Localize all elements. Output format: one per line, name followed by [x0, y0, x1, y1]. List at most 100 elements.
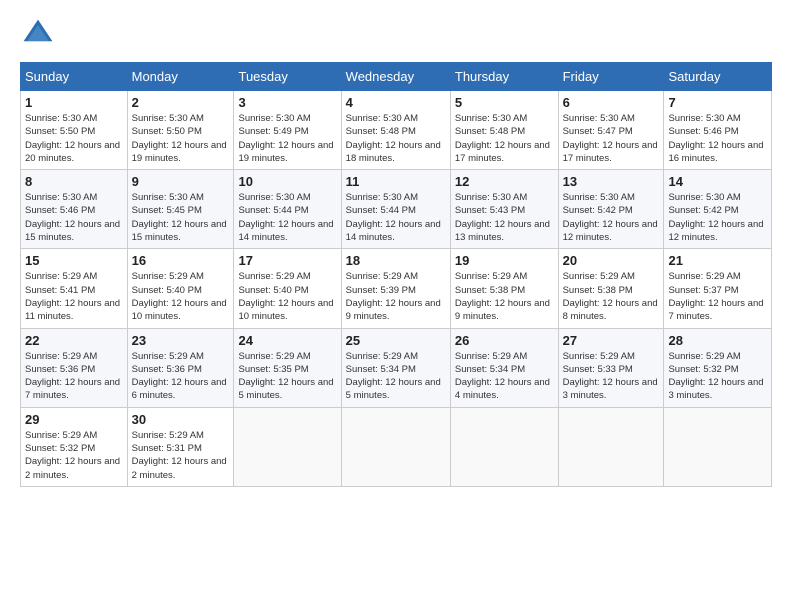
day-info: Sunrise: 5:29 AM Sunset: 5:34 PM Dayligh…: [455, 350, 554, 403]
calendar-cell: 13 Sunrise: 5:30 AM Sunset: 5:42 PM Dayl…: [558, 170, 664, 249]
day-info: Sunrise: 5:30 AM Sunset: 5:45 PM Dayligh…: [132, 191, 230, 244]
day-number: 16: [132, 253, 230, 268]
day-info: Sunrise: 5:30 AM Sunset: 5:47 PM Dayligh…: [563, 112, 660, 165]
day-info: Sunrise: 5:30 AM Sunset: 5:48 PM Dayligh…: [455, 112, 554, 165]
day-info: Sunrise: 5:29 AM Sunset: 5:31 PM Dayligh…: [132, 429, 230, 482]
calendar-cell: [234, 407, 341, 486]
day-info: Sunrise: 5:30 AM Sunset: 5:46 PM Dayligh…: [668, 112, 767, 165]
calendar-week-row: 29 Sunrise: 5:29 AM Sunset: 5:32 PM Dayl…: [21, 407, 772, 486]
day-number: 20: [563, 253, 660, 268]
calendar-cell: 19 Sunrise: 5:29 AM Sunset: 5:38 PM Dayl…: [450, 249, 558, 328]
calendar: SundayMondayTuesdayWednesdayThursdayFrid…: [20, 62, 772, 487]
logo: [20, 16, 62, 52]
day-number: 11: [346, 174, 446, 189]
day-info: Sunrise: 5:30 AM Sunset: 5:44 PM Dayligh…: [346, 191, 446, 244]
page: SundayMondayTuesdayWednesdayThursdayFrid…: [0, 0, 792, 612]
calendar-week-row: 1 Sunrise: 5:30 AM Sunset: 5:50 PM Dayli…: [21, 91, 772, 170]
day-number: 18: [346, 253, 446, 268]
day-number: 3: [238, 95, 336, 110]
calendar-cell: 1 Sunrise: 5:30 AM Sunset: 5:50 PM Dayli…: [21, 91, 128, 170]
calendar-cell: 12 Sunrise: 5:30 AM Sunset: 5:43 PM Dayl…: [450, 170, 558, 249]
calendar-cell: 20 Sunrise: 5:29 AM Sunset: 5:38 PM Dayl…: [558, 249, 664, 328]
calendar-cell: 16 Sunrise: 5:29 AM Sunset: 5:40 PM Dayl…: [127, 249, 234, 328]
calendar-cell: 21 Sunrise: 5:29 AM Sunset: 5:37 PM Dayl…: [664, 249, 772, 328]
calendar-cell: 27 Sunrise: 5:29 AM Sunset: 5:33 PM Dayl…: [558, 328, 664, 407]
calendar-cell: 7 Sunrise: 5:30 AM Sunset: 5:46 PM Dayli…: [664, 91, 772, 170]
calendar-cell: 10 Sunrise: 5:30 AM Sunset: 5:44 PM Dayl…: [234, 170, 341, 249]
day-info: Sunrise: 5:29 AM Sunset: 5:38 PM Dayligh…: [455, 270, 554, 323]
weekday-header-saturday: Saturday: [664, 63, 772, 91]
day-info: Sunrise: 5:29 AM Sunset: 5:38 PM Dayligh…: [563, 270, 660, 323]
day-info: Sunrise: 5:29 AM Sunset: 5:34 PM Dayligh…: [346, 350, 446, 403]
calendar-cell: 14 Sunrise: 5:30 AM Sunset: 5:42 PM Dayl…: [664, 170, 772, 249]
calendar-cell: 8 Sunrise: 5:30 AM Sunset: 5:46 PM Dayli…: [21, 170, 128, 249]
day-number: 9: [132, 174, 230, 189]
day-number: 17: [238, 253, 336, 268]
day-number: 2: [132, 95, 230, 110]
calendar-cell: 24 Sunrise: 5:29 AM Sunset: 5:35 PM Dayl…: [234, 328, 341, 407]
day-number: 23: [132, 333, 230, 348]
day-info: Sunrise: 5:29 AM Sunset: 5:32 PM Dayligh…: [668, 350, 767, 403]
day-info: Sunrise: 5:29 AM Sunset: 5:40 PM Dayligh…: [238, 270, 336, 323]
calendar-week-row: 8 Sunrise: 5:30 AM Sunset: 5:46 PM Dayli…: [21, 170, 772, 249]
calendar-cell: 30 Sunrise: 5:29 AM Sunset: 5:31 PM Dayl…: [127, 407, 234, 486]
day-info: Sunrise: 5:29 AM Sunset: 5:36 PM Dayligh…: [25, 350, 123, 403]
day-info: Sunrise: 5:29 AM Sunset: 5:40 PM Dayligh…: [132, 270, 230, 323]
calendar-cell: 23 Sunrise: 5:29 AM Sunset: 5:36 PM Dayl…: [127, 328, 234, 407]
day-number: 14: [668, 174, 767, 189]
weekday-header-friday: Friday: [558, 63, 664, 91]
day-number: 27: [563, 333, 660, 348]
day-info: Sunrise: 5:30 AM Sunset: 5:43 PM Dayligh…: [455, 191, 554, 244]
calendar-cell: 3 Sunrise: 5:30 AM Sunset: 5:49 PM Dayli…: [234, 91, 341, 170]
day-info: Sunrise: 5:30 AM Sunset: 5:49 PM Dayligh…: [238, 112, 336, 165]
day-info: Sunrise: 5:30 AM Sunset: 5:42 PM Dayligh…: [563, 191, 660, 244]
calendar-cell: 29 Sunrise: 5:29 AM Sunset: 5:32 PM Dayl…: [21, 407, 128, 486]
day-info: Sunrise: 5:29 AM Sunset: 5:41 PM Dayligh…: [25, 270, 123, 323]
day-number: 13: [563, 174, 660, 189]
day-number: 12: [455, 174, 554, 189]
calendar-cell: 25 Sunrise: 5:29 AM Sunset: 5:34 PM Dayl…: [341, 328, 450, 407]
day-info: Sunrise: 5:29 AM Sunset: 5:37 PM Dayligh…: [668, 270, 767, 323]
day-number: 4: [346, 95, 446, 110]
day-info: Sunrise: 5:30 AM Sunset: 5:50 PM Dayligh…: [132, 112, 230, 165]
weekday-header-wednesday: Wednesday: [341, 63, 450, 91]
calendar-cell: 15 Sunrise: 5:29 AM Sunset: 5:41 PM Dayl…: [21, 249, 128, 328]
calendar-cell: 9 Sunrise: 5:30 AM Sunset: 5:45 PM Dayli…: [127, 170, 234, 249]
day-number: 15: [25, 253, 123, 268]
calendar-cell: 2 Sunrise: 5:30 AM Sunset: 5:50 PM Dayli…: [127, 91, 234, 170]
calendar-cell: 26 Sunrise: 5:29 AM Sunset: 5:34 PM Dayl…: [450, 328, 558, 407]
header: [20, 16, 772, 52]
calendar-week-row: 15 Sunrise: 5:29 AM Sunset: 5:41 PM Dayl…: [21, 249, 772, 328]
day-number: 1: [25, 95, 123, 110]
weekday-header-tuesday: Tuesday: [234, 63, 341, 91]
day-number: 7: [668, 95, 767, 110]
day-info: Sunrise: 5:30 AM Sunset: 5:42 PM Dayligh…: [668, 191, 767, 244]
weekday-header-thursday: Thursday: [450, 63, 558, 91]
day-info: Sunrise: 5:29 AM Sunset: 5:33 PM Dayligh…: [563, 350, 660, 403]
calendar-cell: 18 Sunrise: 5:29 AM Sunset: 5:39 PM Dayl…: [341, 249, 450, 328]
day-number: 29: [25, 412, 123, 427]
calendar-cell: [664, 407, 772, 486]
day-number: 30: [132, 412, 230, 427]
day-info: Sunrise: 5:29 AM Sunset: 5:36 PM Dayligh…: [132, 350, 230, 403]
weekday-header-sunday: Sunday: [21, 63, 128, 91]
calendar-week-row: 22 Sunrise: 5:29 AM Sunset: 5:36 PM Dayl…: [21, 328, 772, 407]
calendar-cell: 5 Sunrise: 5:30 AM Sunset: 5:48 PM Dayli…: [450, 91, 558, 170]
calendar-cell: 6 Sunrise: 5:30 AM Sunset: 5:47 PM Dayli…: [558, 91, 664, 170]
day-number: 25: [346, 333, 446, 348]
weekday-header-row: SundayMondayTuesdayWednesdayThursdayFrid…: [21, 63, 772, 91]
calendar-cell: [558, 407, 664, 486]
day-number: 26: [455, 333, 554, 348]
day-number: 8: [25, 174, 123, 189]
logo-icon: [20, 16, 56, 52]
calendar-cell: 17 Sunrise: 5:29 AM Sunset: 5:40 PM Dayl…: [234, 249, 341, 328]
day-number: 28: [668, 333, 767, 348]
day-info: Sunrise: 5:30 AM Sunset: 5:48 PM Dayligh…: [346, 112, 446, 165]
day-number: 19: [455, 253, 554, 268]
calendar-cell: 11 Sunrise: 5:30 AM Sunset: 5:44 PM Dayl…: [341, 170, 450, 249]
day-number: 22: [25, 333, 123, 348]
day-info: Sunrise: 5:30 AM Sunset: 5:46 PM Dayligh…: [25, 191, 123, 244]
calendar-cell: [341, 407, 450, 486]
day-number: 24: [238, 333, 336, 348]
day-info: Sunrise: 5:29 AM Sunset: 5:35 PM Dayligh…: [238, 350, 336, 403]
